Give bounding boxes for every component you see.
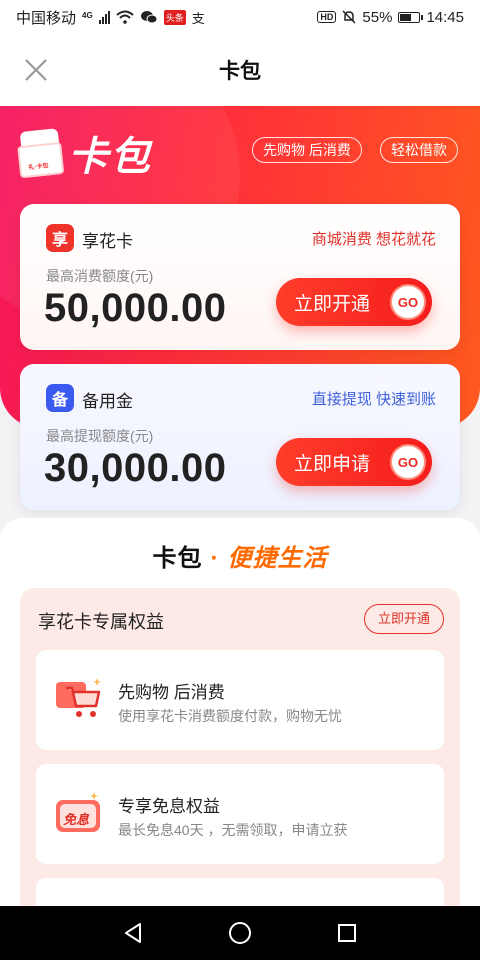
hd-icon: HD [317,11,337,23]
home-circle-icon[interactable] [220,913,260,953]
benefit-title: 先购物 后消费 [118,683,225,702]
page-header: 卡包 [0,34,480,106]
clock: 14:45 [426,8,464,26]
apply-now-button[interactable]: 立即申请 GO [276,438,432,486]
logo-text: 卡包 [68,135,152,179]
benefits-title: 享花卡专属权益 [38,612,164,632]
signal-icon [98,10,110,24]
xianghua-card[interactable]: 享 享花卡 商城消费 想花就花 最高消费额度(元) 50,000.00 立即开通… [20,204,460,350]
benefit-item[interactable]: 先购物 后消费 使用享花卡消费额度付款，购物无忧 [36,650,444,750]
card-wallet-logo: 礼·卡包 卡包 [19,124,152,182]
wallet-label: 礼·卡包 [28,163,49,172]
card-slogan: 商城消费 想花就花 [311,231,436,248]
benefits-section: 卡包 · 便捷生活 享花卡专属权益 立即开通 先购物 后消费 使用享花卡消费额度付款… [0,518,480,908]
page-title: 卡包 [219,60,261,83]
benefit-title: 专享免息权益 [118,797,220,816]
reserve-fund-icon: 备 [46,384,74,412]
go-icon: GO [390,444,426,480]
recents-square-icon[interactable] [327,913,367,953]
battery-icon [398,11,424,23]
benefit-item-partial[interactable] [36,878,444,908]
limit-label: 最高提现额度(元) [46,428,154,444]
button-label: 立即申请 [294,453,371,475]
benefits-box: 享花卡专属权益 立即开通 先购物 后消费 使用享花卡消费额度付款，购物无忧 免息… [20,588,460,908]
xianghua-card-icon: 享 [46,224,74,252]
section-title-sub: 便捷生活 [227,545,328,572]
interest-free-icon-label: 免息 [63,812,90,827]
go-icon: GO [390,284,426,320]
battery-percent: 55% [362,8,393,26]
limit-label: 最高消费额度(元) [46,268,154,284]
section-title-separator: · [210,545,220,572]
wifi-icon [116,10,134,24]
benefit-desc: 使用享花卡消费额度付款，购物无忧 [118,708,342,724]
close-icon[interactable] [22,56,50,84]
card-name: 备用金 [82,392,133,411]
carrier-label: 中国移动 [16,9,77,27]
card-name: 享花卡 [82,232,133,251]
limit-amount: 30,000.00 [44,446,227,490]
wallet-icon: 礼·卡包 [19,128,63,178]
benefits-open-button[interactable]: 立即开通 [363,604,444,634]
tag-easy-loan[interactable]: 轻松借款 [380,137,458,163]
shopping-cart-icon [56,678,101,717]
button-label: 立即开通 [294,293,371,315]
tag-buy-now-pay-later[interactable]: 先购物 后消费 [252,137,362,163]
news-badge: 头条 [163,9,186,25]
network-type: 4G [82,10,93,20]
benefit-desc: 最长免息40天 ，无需领取，申请立获 [118,822,348,838]
system-nav-bar [0,906,480,960]
status-right: HD 55% 14:45 [317,9,464,26]
open-now-button[interactable]: 立即开通 GO [276,278,432,326]
benefit-item[interactable]: 免息 专享免息权益 最长免息40天 ，无需领取，申请立获 [36,764,444,864]
wechat-icon [140,11,158,24]
status-left: 中国移动 4G 头条 支 [16,7,205,28]
reserve-fund-card[interactable]: 备 备用金 直接提现 快速到账 最高提现额度(元) 30,000.00 立即申请… [20,364,460,510]
section-title-main: 卡包 [152,545,203,572]
section-title: 卡包 · 便捷生活 [0,538,480,573]
back-triangle-icon[interactable] [113,913,153,953]
extra-status-icon: 支 [191,10,205,26]
limit-amount: 50,000.00 [44,286,227,330]
status-bar: 中国移动 4G 头条 支 HD 55% 14:45 [0,0,480,34]
mute-bell-icon [342,10,356,24]
card-slogan: 直接提现 快速到账 [311,391,436,408]
